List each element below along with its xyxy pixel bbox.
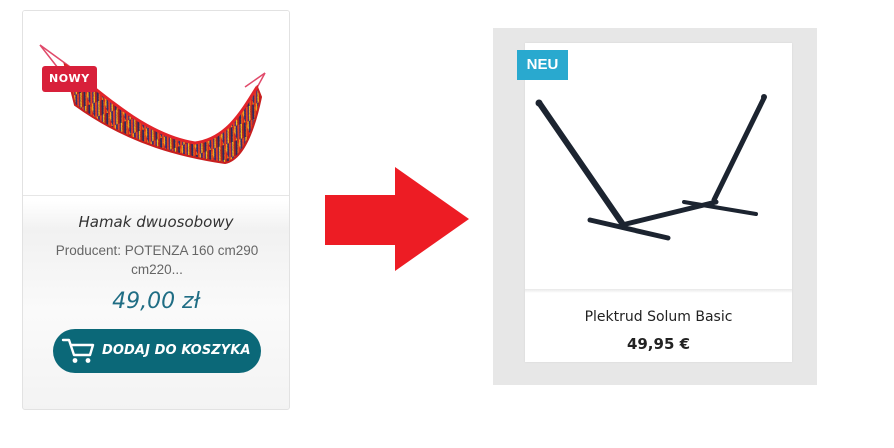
- product-price: 49,95 €: [626, 335, 691, 353]
- product-title[interactable]: Plektrud Solum Basic: [525, 309, 792, 325]
- hammock-stand-image[interactable]: [528, 90, 778, 250]
- product-title[interactable]: Hamak dwuosobowy: [23, 213, 289, 231]
- hammock-image[interactable]: [35, 35, 275, 185]
- add-to-cart-button[interactable]: DODAJ DO KOSZYKA: [53, 329, 261, 373]
- cart-icon: [61, 338, 95, 363]
- product-image-area[interactable]: NOWY: [23, 11, 289, 196]
- new-badge: NOWY: [42, 66, 97, 92]
- add-to-cart-label: DODAJ DO KOSZYKA: [102, 343, 251, 358]
- card-divider: [525, 289, 792, 293]
- product-card-before[interactable]: NOWY Hamak dwuosobowy Producent: POTENZA…: [22, 10, 290, 410]
- product-description: Producent: POTENZA 160 cm290 cm220...: [55, 243, 259, 277]
- arrow-right-icon: [325, 167, 469, 271]
- new-badge: NEU: [517, 50, 568, 80]
- product-price: 49,00 zł: [112, 289, 200, 314]
